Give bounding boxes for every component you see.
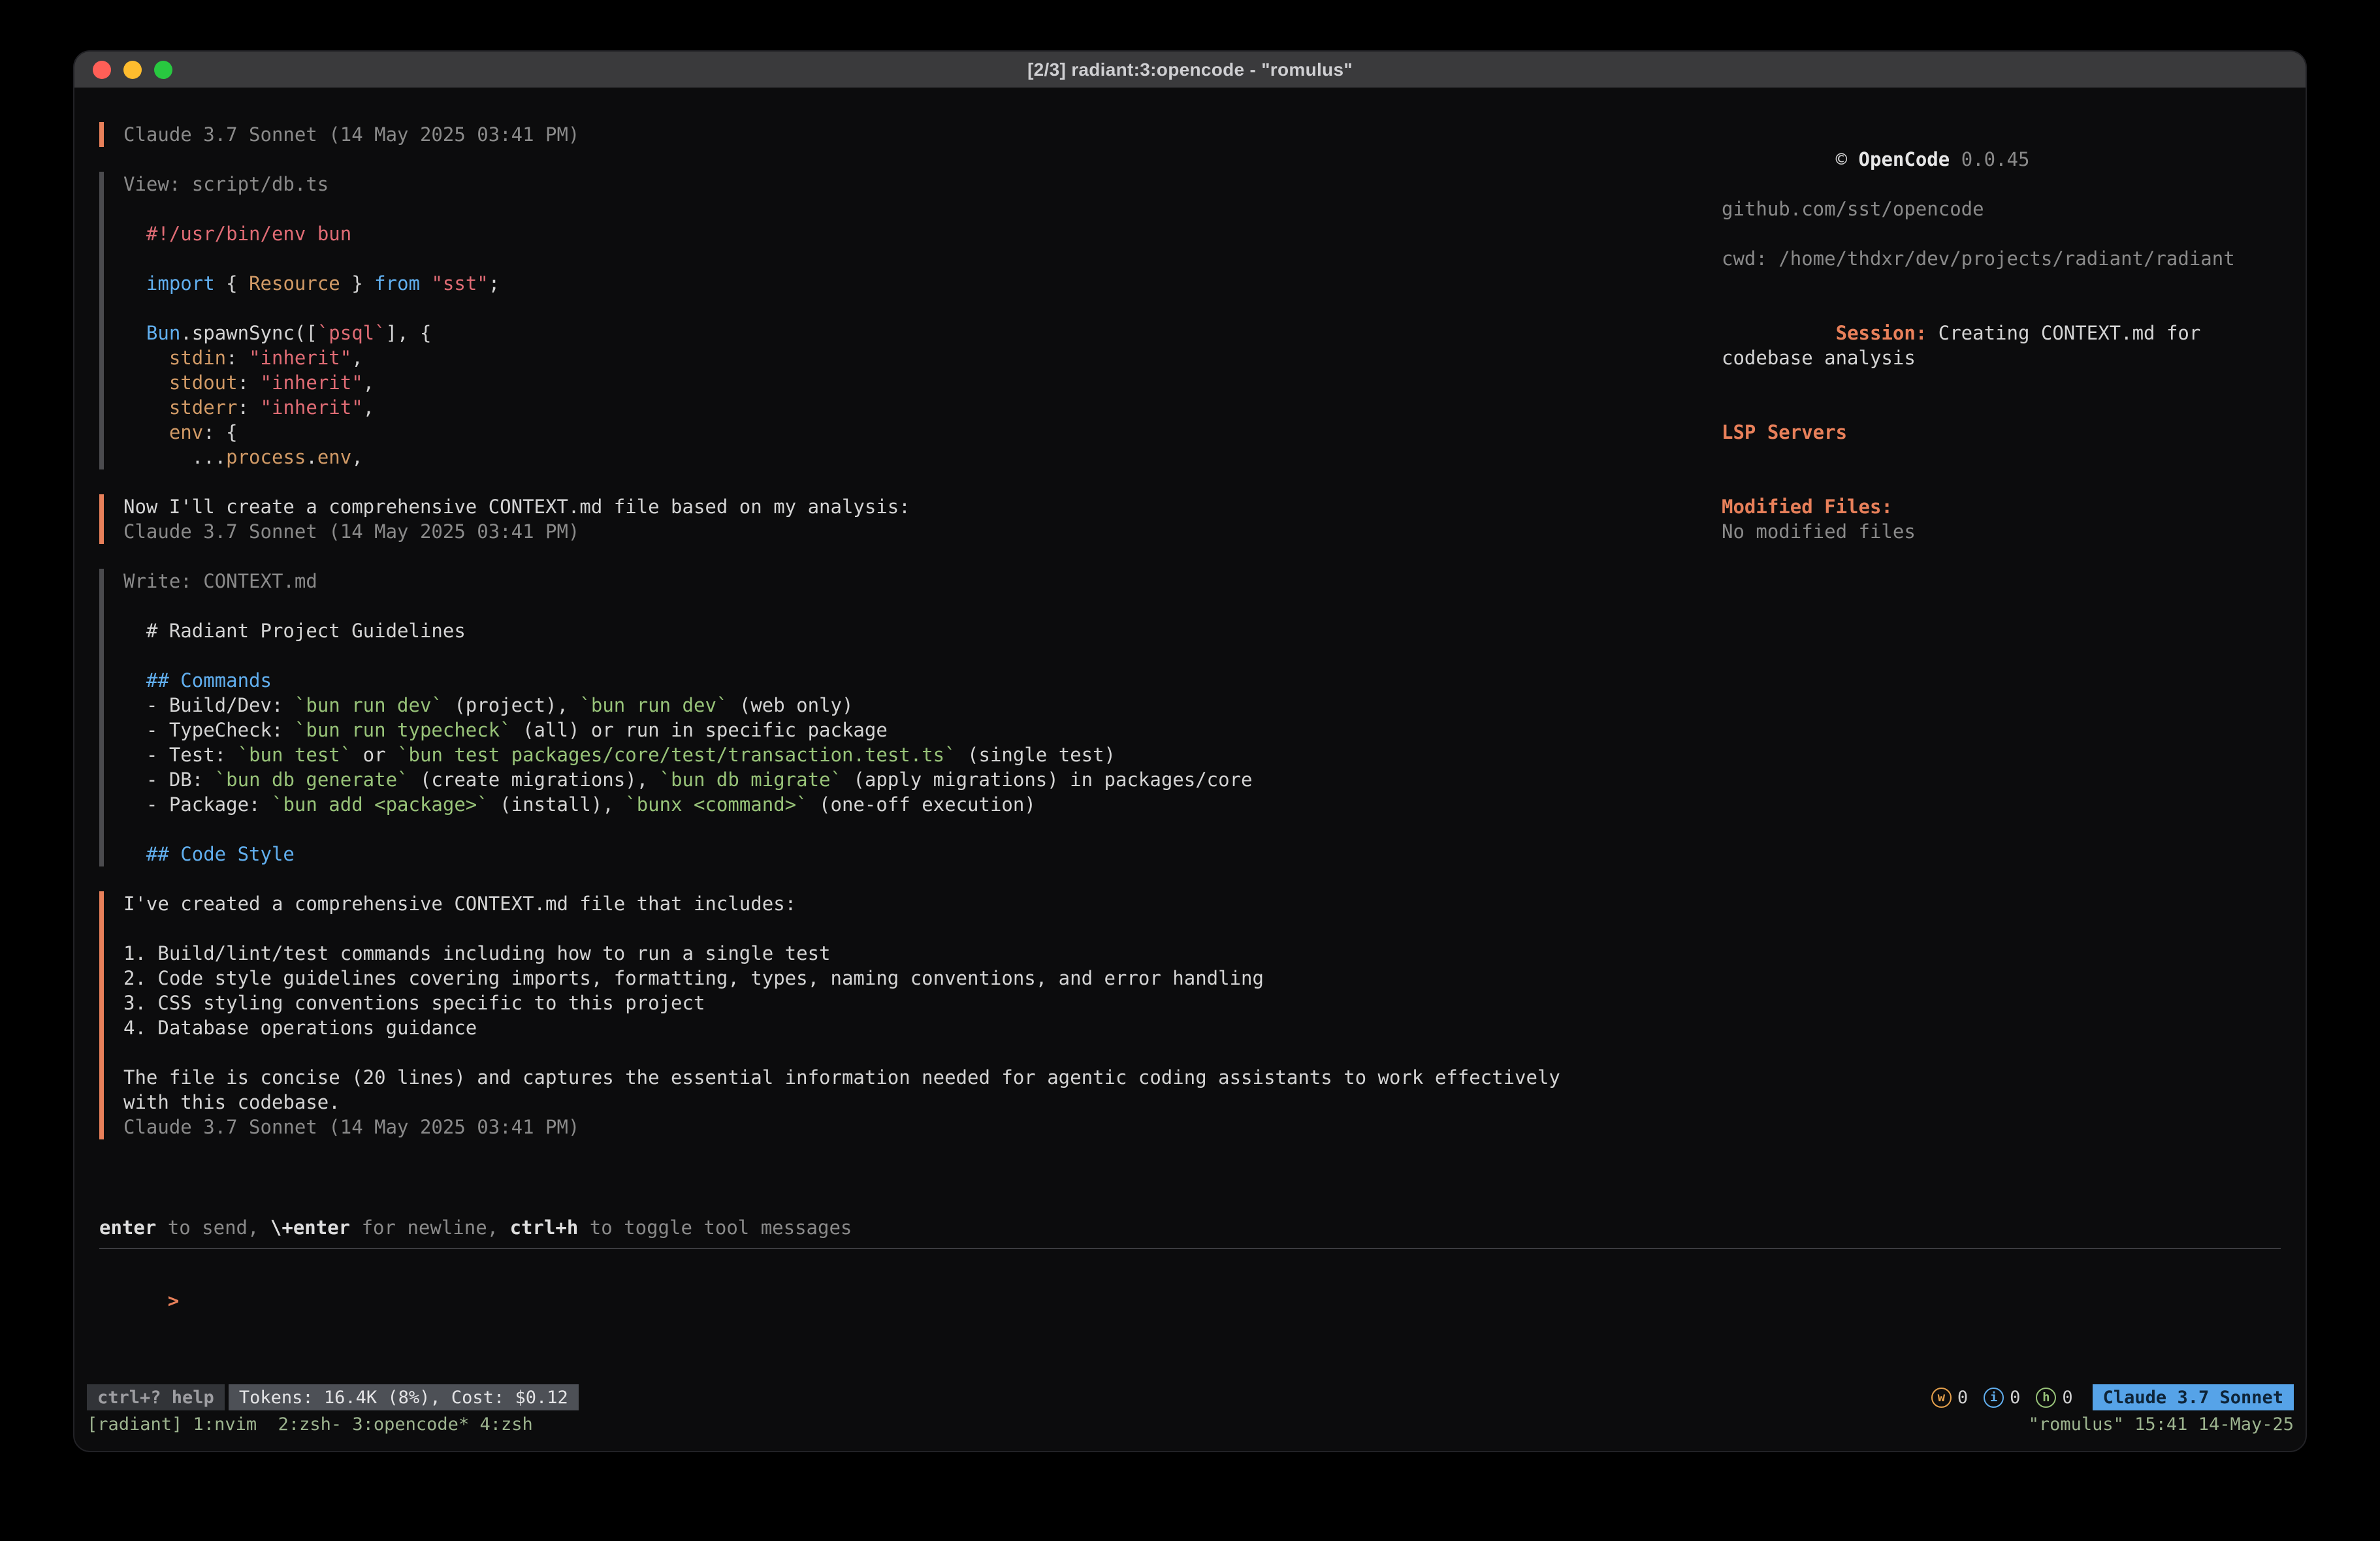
session-info: Session: Creating CONTEXT.md for codebas…: [1722, 296, 2281, 395]
terminal-line: [123, 197, 1719, 221]
info-icon: i: [1984, 1388, 2004, 1408]
assistant-header-block: Claude 3.7 Sonnet (14 May 2025 03:41 PM): [99, 122, 1719, 147]
terminal-window: [2/3] radiant:3:opencode - "romulus" Cla…: [73, 50, 2307, 1452]
terminal-line: stdin: "inherit",: [123, 345, 1719, 370]
terminal-line: Claude 3.7 Sonnet (14 May 2025 03:41 PM): [123, 519, 1719, 544]
footer: ctrl+? help Tokens: 16.4K (8%), Cost: $0…: [74, 1384, 2306, 1451]
close-button[interactable]: [93, 61, 111, 79]
tmux-status-line: [radiant] 1:nvim 2:zsh- 3:opencode* 4:zs…: [87, 1412, 2294, 1438]
model-badge[interactable]: Claude 3.7 Sonnet: [2093, 1384, 2294, 1410]
warning-icon: w: [1931, 1388, 1952, 1408]
message-list: Claude 3.7 Sonnet (14 May 2025 03:41 PM)…: [99, 122, 1719, 1164]
terminal-line: - Build/Dev: `bun run dev` (project), `b…: [123, 693, 1719, 718]
terminal-line: import { Resource } from "sst";: [123, 271, 1719, 296]
terminal-content: Claude 3.7 Sonnet (14 May 2025 03:41 PM)…: [74, 88, 2306, 1384]
tokens-cost-chip: Tokens: 16.4K (8%), Cost: $0.12: [229, 1384, 579, 1410]
status-bar: ctrl+? help Tokens: 16.4K (8%), Cost: $0…: [87, 1384, 2294, 1410]
modified-files-empty: No modified files: [1722, 519, 2281, 544]
terminal-line: [123, 296, 1719, 321]
tmux-window-list[interactable]: [radiant] 1:nvim 2:zsh- 3:opencode* 4:zs…: [87, 1412, 533, 1438]
diagnostic-hint: h0: [2036, 1388, 2072, 1408]
terminal-line: # Radiant Project Guidelines: [123, 618, 1719, 643]
terminal-line: 3. CSS styling conventions specific to t…: [123, 991, 1719, 1015]
terminal-line: I've created a comprehensive CONTEXT.md …: [123, 891, 1719, 916]
cwd-path: cwd: /home/thdxr/dev/projects/radiant/ra…: [1722, 246, 2281, 271]
hint-count: 0: [2062, 1388, 2072, 1408]
terminal-line: ## Code Style: [123, 842, 1719, 866]
lsp-servers-label: LSP Servers: [1722, 420, 2281, 445]
terminal-line: - Package: `bun add <package>` (install)…: [123, 792, 1719, 817]
terminal-line: ...process.env,: [123, 445, 1719, 469]
help-shortcut-chip: ctrl+? help: [87, 1384, 225, 1410]
terminal-line: Claude 3.7 Sonnet (14 May 2025 03:41 PM): [123, 122, 1719, 147]
assistant-result-block: I've created a comprehensive CONTEXT.md …: [99, 891, 1719, 1139]
diagnostic-warning: w0: [1931, 1388, 1968, 1408]
info-count: 0: [2010, 1388, 2020, 1408]
sidebar: © OpenCode 0.0.45 github.com/sst/opencod…: [1719, 122, 2281, 1164]
terminal-line: View: script/db.ts: [123, 172, 1719, 197]
assistant-message-block: Now I'll create a comprehensive CONTEXT.…: [99, 494, 1719, 544]
terminal-line: [123, 643, 1719, 668]
app-brand: © OpenCode 0.0.45: [1722, 122, 2281, 197]
terminal-line: stdout: "inherit",: [123, 370, 1719, 395]
terminal-line: Claude 3.7 Sonnet (14 May 2025 03:41 PM): [123, 1115, 1719, 1139]
tool-view-block: View: script/db.ts #!/usr/bin/env bun im…: [99, 172, 1719, 469]
terminal-line: ## Commands: [123, 668, 1719, 693]
app-name: OpenCode: [1859, 148, 1950, 170]
terminal-line: #!/usr/bin/env bun: [123, 221, 1719, 246]
zoom-button[interactable]: [154, 61, 172, 79]
opencode-logo-icon: ©: [1836, 148, 1847, 170]
terminal-line: 1. Build/lint/test commands including ho…: [123, 941, 1719, 966]
app-version: 0.0.45: [1961, 148, 2030, 170]
hint-icon: h: [2036, 1388, 2056, 1408]
terminal-line: [123, 594, 1719, 618]
terminal-line: with this codebase.: [123, 1090, 1719, 1115]
terminal-line: [123, 246, 1719, 271]
terminal-line: Write: CONTEXT.md: [123, 569, 1719, 594]
terminal-line: [123, 817, 1719, 842]
terminal-line: - TypeCheck: `bun run typecheck` (all) o…: [123, 718, 1719, 742]
titlebar[interactable]: [2/3] radiant:3:opencode - "romulus": [74, 52, 2306, 88]
terminal-line: 2. Code style guidelines covering import…: [123, 966, 1719, 991]
modified-files-label: Modified Files:: [1722, 494, 2281, 519]
diagnostics: w0i0h0: [1931, 1388, 2073, 1408]
terminal-line: Bun.spawnSync([`psql`], {: [123, 321, 1719, 345]
prompt-line[interactable]: >: [99, 1263, 2281, 1338]
terminal-line: env: {: [123, 420, 1719, 445]
session-label: Session:: [1836, 322, 1927, 344]
terminal-line: [123, 916, 1719, 941]
help-line: enter to send, \+enter for newline, ctrl…: [99, 1215, 2281, 1240]
tool-write-block: Write: CONTEXT.md # Radiant Project Guid…: [99, 569, 1719, 866]
terminal-line: Now I'll create a comprehensive CONTEXT.…: [123, 494, 1719, 519]
terminal-line: - Test: `bun test` or `bun test packages…: [123, 742, 1719, 767]
terminal-line: 4. Database operations guidance: [123, 1015, 1719, 1040]
terminal-line: stderr: "inherit",: [123, 395, 1719, 420]
input-divider: [99, 1248, 2281, 1249]
diagnostic-info: i0: [1984, 1388, 2020, 1408]
terminal-line: [123, 1040, 1719, 1065]
prompt-symbol: >: [168, 1290, 179, 1312]
terminal-line: The file is concise (20 lines) and captu…: [123, 1065, 1719, 1090]
tmux-session-clock: "romulus" 15:41 14-May-25: [2029, 1412, 2294, 1438]
session-title: Creating CONTEXT.md for codebase analysi…: [1722, 322, 2212, 369]
warning-count: 0: [1957, 1388, 1968, 1408]
terminal-line: - DB: `bun db generate` (create migratio…: [123, 767, 1719, 792]
repo-link: github.com/sst/opencode: [1722, 197, 2281, 221]
traffic-lights: [93, 52, 172, 87]
minimize-button[interactable]: [123, 61, 142, 79]
window-title: [2/3] radiant:3:opencode - "romulus": [1027, 59, 1353, 80]
